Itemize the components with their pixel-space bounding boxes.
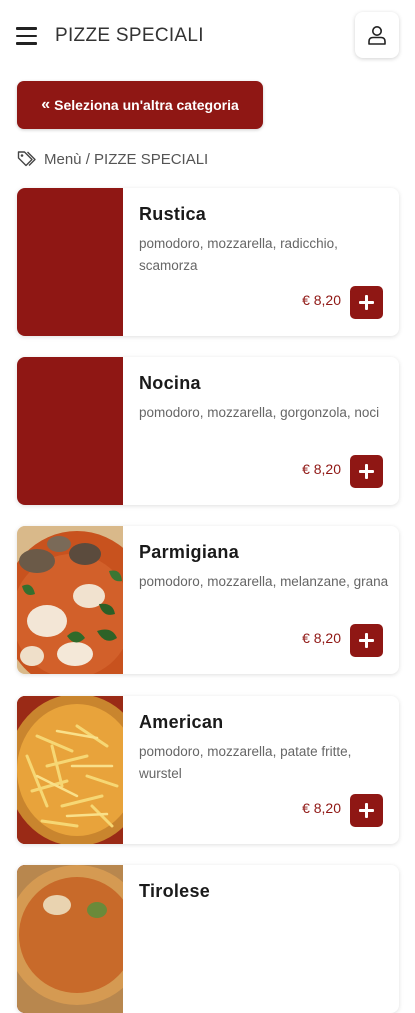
add-to-cart-button[interactable] bbox=[350, 286, 383, 319]
pizza-photo bbox=[17, 865, 123, 1013]
product-name: Rustica bbox=[139, 204, 207, 224]
top-bar: PIZZE SPECIALI bbox=[0, 0, 415, 72]
product-name: Parmigiana bbox=[139, 542, 240, 562]
product-description: pomodoro, mozzarella, radicchio, scamorz… bbox=[139, 236, 338, 273]
product-card[interactable]: Nocina pomodoro, mozzarella, gorgonzola,… bbox=[17, 357, 399, 505]
select-category-button[interactable]: « Seleziona un'altra categoria bbox=[17, 81, 263, 129]
pizza-parmigiana-photo bbox=[17, 526, 123, 674]
add-to-cart-button[interactable] bbox=[350, 624, 383, 657]
product-card[interactable]: Parmigiana pomodoro, mozzarella, melanza… bbox=[17, 526, 399, 674]
product-image-placeholder bbox=[17, 188, 123, 336]
product-price: € 8,20 bbox=[302, 630, 341, 646]
user-button[interactable] bbox=[355, 12, 399, 58]
product-card[interactable]: American pomodoro, mozzarella, patate fr… bbox=[17, 696, 399, 844]
product-name: American bbox=[139, 712, 224, 732]
product-price: € 8,20 bbox=[302, 292, 341, 308]
product-card[interactable]: Tirolese bbox=[17, 865, 399, 1013]
product-name: Nocina bbox=[139, 373, 201, 393]
page-title: PIZZE SPECIALI bbox=[55, 25, 204, 46]
product-price: € 8,20 bbox=[302, 461, 341, 477]
double-chevron-left-icon: « bbox=[41, 96, 51, 113]
select-category-label: Seleziona un'altra categoria bbox=[54, 97, 239, 113]
user-icon bbox=[368, 26, 386, 45]
breadcrumb-text: Menù / PIZZE SPECIALI bbox=[44, 150, 209, 168]
product-card[interactable]: Rustica pomodoro, mozzarella, radicchio,… bbox=[17, 188, 399, 336]
product-description: pomodoro, mozzarella, patate fritte, wur… bbox=[139, 744, 352, 781]
pizza-american-photo bbox=[17, 696, 123, 844]
product-description: pomodoro, mozzarella, gorgonzola, noci bbox=[139, 405, 380, 420]
add-to-cart-button[interactable] bbox=[350, 794, 383, 827]
hamburger-icon[interactable] bbox=[16, 27, 37, 45]
product-description: pomodoro, mozzarella, melanzane, grana bbox=[139, 574, 389, 589]
add-to-cart-button[interactable] bbox=[350, 455, 383, 488]
breadcrumb: Menù / PIZZE SPECIALI bbox=[17, 149, 208, 169]
product-image-placeholder bbox=[17, 357, 123, 505]
product-price: € 8,20 bbox=[302, 800, 341, 816]
tags-icon bbox=[17, 151, 36, 167]
product-name: Tirolese bbox=[139, 881, 211, 901]
